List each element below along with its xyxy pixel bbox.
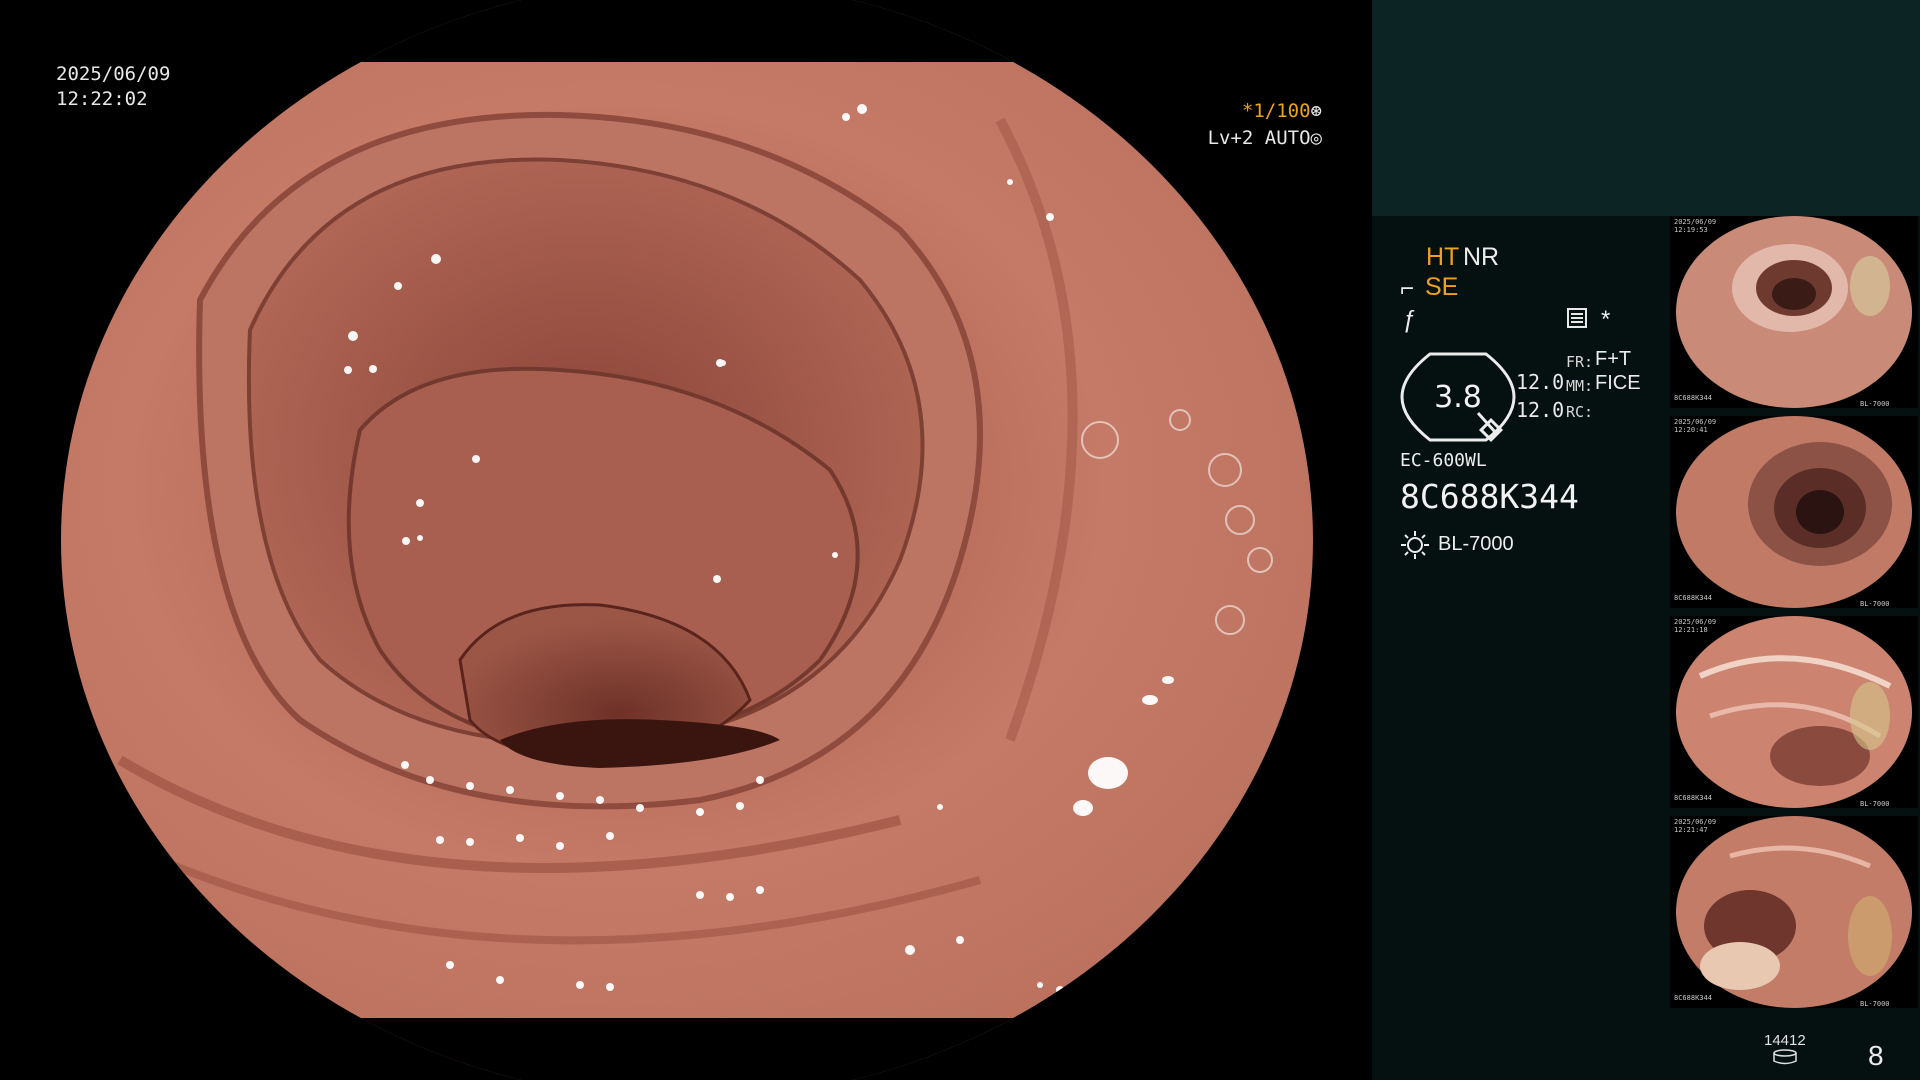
star-indicator: *: [1601, 306, 1611, 333]
thumbnail-date: 2025/06/09: [1674, 618, 1717, 626]
se-indicator: SE: [1425, 273, 1459, 301]
nr-indicator: NR: [1463, 243, 1500, 271]
capture-thumbnail-3[interactable]: 2025/06/09 12:21:18 8C688K344 BL-7000: [1670, 616, 1918, 808]
gauge-value: 3.8: [1434, 380, 1482, 415]
document-icon: [1567, 308, 1587, 328]
capture-thumbnail-1[interactable]: 2025/06/09 12:19:53 8C688K344 BL-7000: [1670, 216, 1918, 408]
shutter-value: *1/100: [1241, 100, 1311, 122]
capture-thumbnail-2[interactable]: 2025/06/09 12:20:41 8C688K344 BL-7000: [1670, 416, 1918, 608]
thumbnail-image: [1676, 216, 1912, 408]
thumbnail-serial: 8C688K344: [1674, 794, 1712, 802]
thumbnail-source: BL-7000: [1860, 400, 1890, 408]
focus-icon: ƒ: [1402, 306, 1416, 333]
capture-time: 12:22:02: [56, 88, 148, 110]
thumbnail-source: BL-7000: [1860, 600, 1890, 608]
rc-label: RC:: [1566, 403, 1594, 421]
light-mode: Lv+2 AUTO: [1207, 127, 1311, 149]
scope-serial: 8C688K344: [1400, 477, 1579, 516]
thumbnail-serial: 8C688K344: [1674, 594, 1712, 602]
thumbnail-time: 12:19:53: [1674, 226, 1708, 234]
gauge-a-value: 12.0: [1516, 370, 1565, 394]
mm-label: MM:: [1566, 377, 1594, 395]
thumbnail-serial: 8C688K344: [1674, 994, 1712, 1002]
storage-icon: [1773, 1049, 1797, 1065]
fr-value: F+T: [1595, 348, 1632, 370]
thumbnail-date: 2025/06/09: [1674, 818, 1717, 826]
thumbnail-date: 2025/06/09: [1674, 418, 1717, 426]
iris-icon: ◎: [1310, 127, 1322, 149]
page-number: 8: [1868, 1040, 1884, 1071]
endoscope-view: 2025/06/09 12:22:02 *1/100⊛ Lv+2 AUTO◎: [0, 0, 1372, 1080]
thumbnail-time: 12:21:18: [1674, 626, 1708, 634]
light-source-model: BL-7000: [1438, 533, 1514, 555]
thumbnail-image: [1676, 416, 1912, 608]
thumbnail-serial: 8C688K344: [1674, 394, 1712, 402]
thumbnail-source: BL-7000: [1860, 1000, 1890, 1008]
panel-header-area: [1372, 0, 1920, 216]
image-count: 14412: [1764, 1032, 1806, 1049]
structure-enhance-icon: ⌐: [1400, 275, 1415, 302]
thumbnail-image: [1676, 816, 1912, 1008]
capture-date: 2025/06/09: [56, 63, 171, 85]
endoscope-image: [61, 0, 1313, 1080]
light-level: Lv+2 AUTO◎: [1208, 127, 1322, 149]
mm-value: FICE: [1595, 372, 1641, 394]
capture-thumbnail-4[interactable]: 2025/06/09 12:21:47 8C688K344 BL-7000: [1670, 816, 1918, 1008]
shutter-speed: *1/100⊛: [1242, 100, 1322, 122]
light-source-icon: [1401, 531, 1429, 559]
thumbnail-time: 12:20:41: [1674, 426, 1708, 434]
thumbnail-time: 12:21:47: [1674, 826, 1708, 834]
aperture-icon: ⊛: [1310, 100, 1322, 122]
scope-model: EC-600WL: [1400, 450, 1487, 471]
gauge-b-value: 12.0: [1516, 398, 1565, 422]
thumbnail-source: BL-7000: [1860, 800, 1890, 808]
fr-label: FR:: [1566, 353, 1594, 371]
thumbnail-image: [1676, 616, 1912, 808]
ht-indicator: HT: [1426, 243, 1460, 271]
thumbnail-date: 2025/06/09: [1674, 218, 1717, 226]
gauge-icon: 3.8: [1400, 352, 1516, 443]
